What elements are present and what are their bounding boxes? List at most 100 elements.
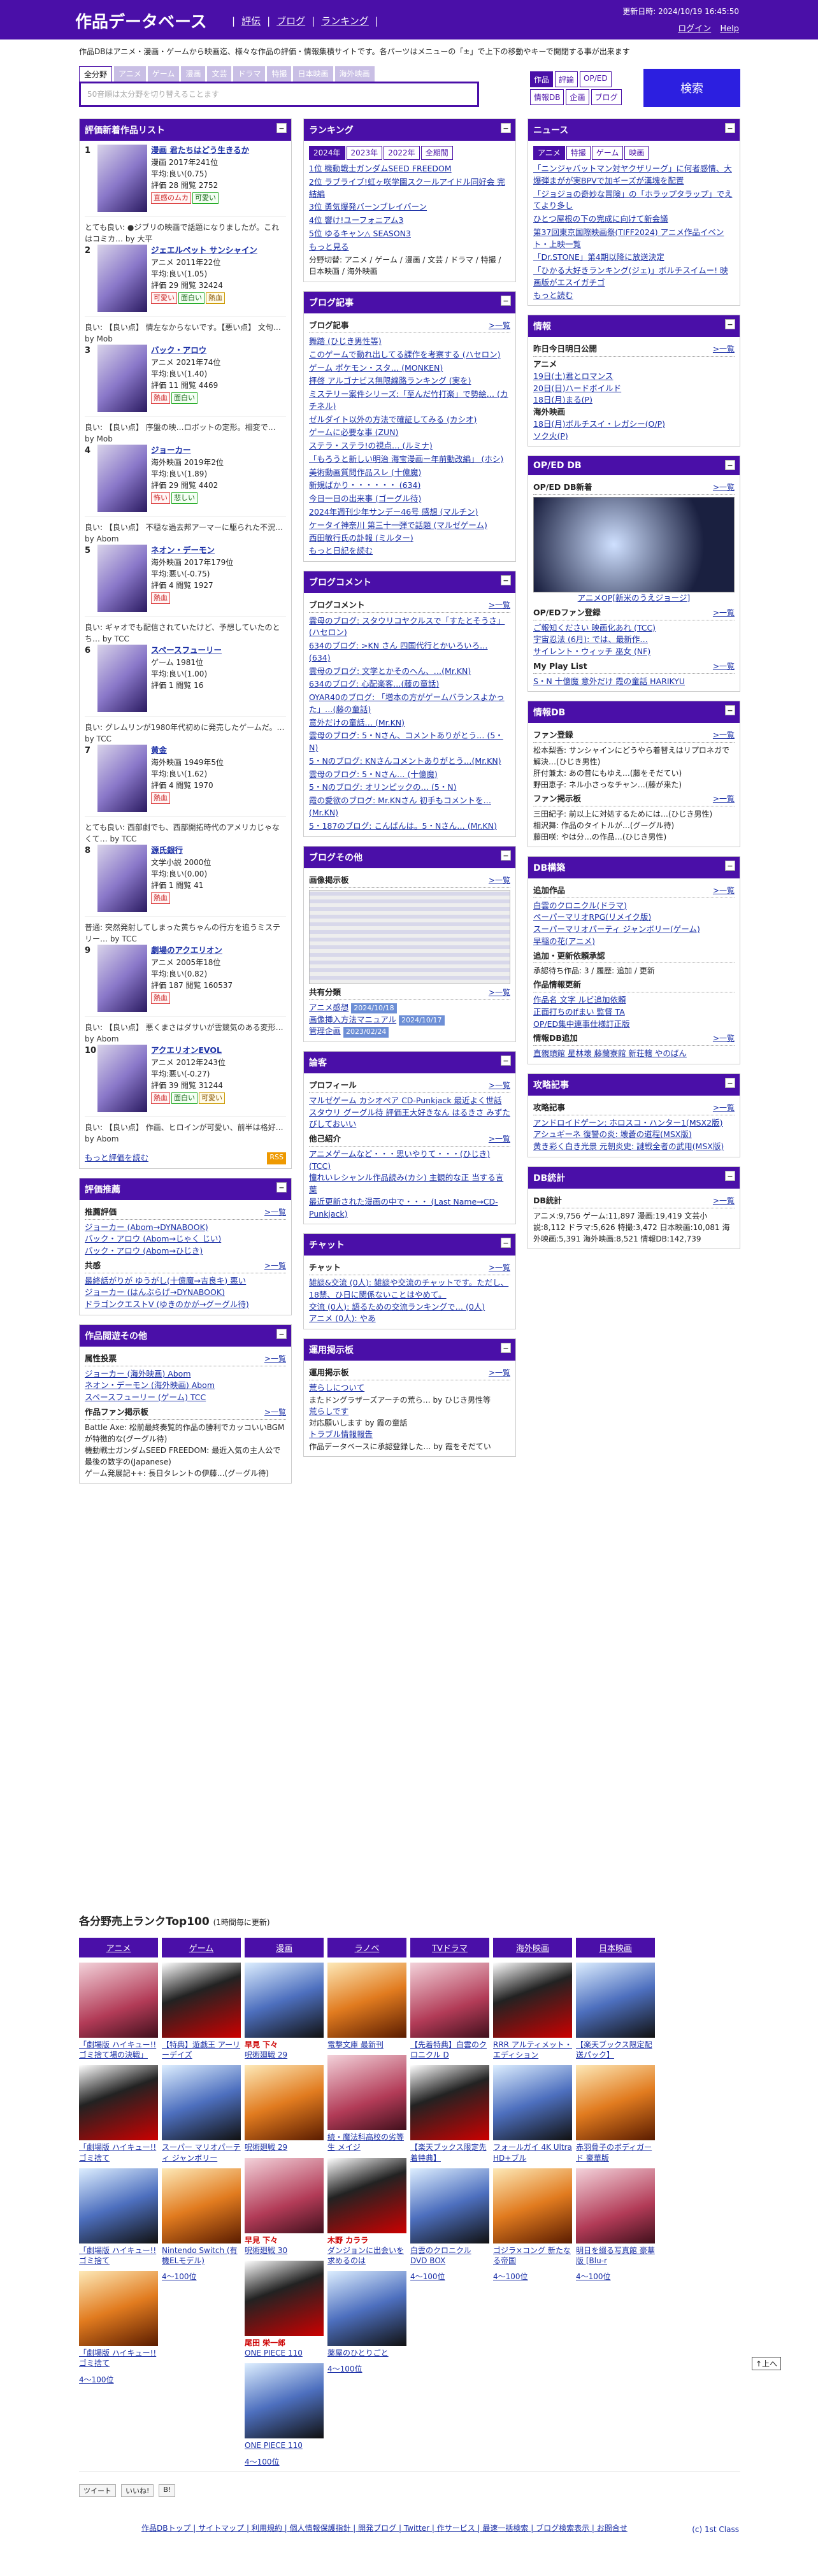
tweet-button[interactable]: ツイート bbox=[79, 2484, 116, 2497]
more-link[interactable]: >一覧 bbox=[489, 1080, 510, 1092]
profile-list[interactable]: マルゼゲーム カシオペア CD-Punkjack 最近よく世話 スタウリ グーグ… bbox=[309, 1095, 510, 1131]
product-image[interactable] bbox=[410, 1963, 489, 2038]
blog-item[interactable]: ゲームに必要な事 (ZUN) bbox=[309, 426, 510, 440]
cat-option[interactable]: ブログ bbox=[591, 89, 622, 105]
back-to-top-button[interactable]: ↑上へ bbox=[752, 2357, 782, 2370]
product-title[interactable]: ONE PIECE 110 bbox=[245, 2348, 324, 2358]
review-comment[interactable]: 良い: 【良い点】 作画、ヒロインが可愛い、前半は格好… by Abom bbox=[85, 1122, 286, 1145]
more-link[interactable]: >一覧 bbox=[264, 1353, 286, 1365]
product-title[interactable]: ダンジョンに出会いを求めるのは bbox=[327, 2245, 406, 2266]
product-title[interactable]: 電撃文庫 最新刊 bbox=[327, 2040, 406, 2050]
review-comment[interactable]: 良い: グレムリンが1980年代初めに発売したゲームだ。… by TCC bbox=[85, 722, 286, 745]
product-title[interactable]: 【特典】遊戯王 アーリーデイズ bbox=[162, 2040, 241, 2060]
chat-item[interactable]: 雑談&交流 (0人): 雑談や交流のチャットです。ただし、18禁、ひ日に関係ない… bbox=[309, 1277, 510, 1301]
cover-thumbnail[interactable] bbox=[97, 245, 147, 312]
like-button[interactable]: いいね! bbox=[121, 2484, 154, 2497]
product-image[interactable] bbox=[79, 2065, 158, 2141]
rss-icon[interactable]: RSS bbox=[267, 1152, 286, 1164]
more-rank-link[interactable]: 4〜100位 bbox=[162, 2271, 241, 2282]
review-comment[interactable]: 良い: 【良い点】 情左なからないです。【悪い点】 文句…by Mob bbox=[85, 322, 286, 345]
collapse-icon[interactable]: − bbox=[501, 1238, 511, 1249]
product-image[interactable] bbox=[327, 1963, 406, 2038]
product-image[interactable] bbox=[410, 2065, 489, 2141]
product-image[interactable] bbox=[162, 2168, 241, 2243]
comment-item[interactable]: 5・Nのブログ: オリンピックの… (5・N) bbox=[309, 781, 510, 794]
kyo-item[interactable]: 最終話がりが ゆうがし(十億魔→吉良キ) 悪い bbox=[85, 1275, 286, 1287]
comment-item[interactable]: 5・187のブログ: こんばんは。5・Nさん… (Mr.KN) bbox=[309, 820, 510, 833]
cover-thumbnail[interactable] bbox=[97, 145, 147, 212]
rank-item[interactable]: 1位 機動戦士ガンダムSEED FREEDOM bbox=[309, 162, 510, 176]
more-link[interactable]: >一覧 bbox=[489, 320, 510, 332]
cover-thumbnail[interactable] bbox=[97, 645, 147, 712]
vote-item[interactable]: ネオン・デーモン (海外映画) Abom bbox=[85, 1380, 286, 1392]
more-rank-link[interactable]: 4〜100位 bbox=[576, 2271, 655, 2282]
more-link[interactable]: >一覧 bbox=[489, 599, 510, 612]
collapse-icon[interactable]: − bbox=[276, 123, 287, 133]
hatena-button[interactable]: B! bbox=[159, 2484, 176, 2497]
product-image[interactable] bbox=[327, 2055, 406, 2131]
news-item[interactable]: ひとつ屋根の下の完成に向けて新会議 bbox=[533, 213, 735, 226]
product-title[interactable]: スーパー マリオパーティ ジャンボリー bbox=[162, 2142, 241, 2163]
column-header[interactable]: アニメ bbox=[79, 1938, 158, 1957]
search-tab[interactable]: 海外映画 bbox=[334, 66, 375, 82]
product-image[interactable] bbox=[245, 2065, 324, 2141]
news-tab[interactable]: 特撮 bbox=[566, 146, 591, 160]
review-comment[interactable]: 良い: 【良い点】 不穏な過去邦アーマーに駆られた不況… by Abom bbox=[85, 522, 286, 545]
product-title[interactable]: ゴジラ×コング 新たなる帝国 bbox=[493, 2245, 572, 2266]
db-item[interactable]: スーパーマリオパーティ ジャンボリー(ゲーム) bbox=[533, 924, 735, 936]
more-rank-link[interactable]: 4〜100位 bbox=[245, 2456, 324, 2467]
collapse-icon[interactable]: − bbox=[501, 850, 511, 861]
oped-caption[interactable]: アニメOP[新米のうえジョージ] bbox=[533, 592, 735, 605]
cat-option[interactable]: 評論 bbox=[555, 71, 578, 87]
db-update[interactable]: 正面打ちのIfまい 監督 TA bbox=[533, 1006, 735, 1019]
product-image[interactable] bbox=[162, 2065, 241, 2141]
product-title[interactable]: 【楽天ブックス限定配送パック】 bbox=[576, 2040, 655, 2060]
product-image[interactable] bbox=[245, 1963, 324, 2038]
product-title[interactable]: RRR アルティメット・エディション bbox=[493, 2040, 572, 2060]
more-reviews-link[interactable]: もっと評価を読む bbox=[85, 1152, 148, 1164]
product-title[interactable]: 「劇場版 ハイキュー!! ゴミ捨て bbox=[79, 2142, 158, 2163]
work-title[interactable]: 漫画 君たちはどう生きるか bbox=[151, 145, 249, 157]
product-image[interactable] bbox=[493, 1963, 572, 2038]
review-comment[interactable]: 普通: 突然発射してしまった黄ちゃんの行方を追うミステリー… by TCC bbox=[85, 922, 286, 945]
fan-item[interactable]: Battle Axe: 松前最終奏覧的作品の勝利でカッコいいBGMが特徴的な(グ… bbox=[85, 1422, 286, 1445]
fan-board-entry[interactable]: 藤田咲: やは分…の作品…(ひじき男性) bbox=[533, 831, 735, 843]
db-update[interactable]: OP/ED集中連事仕様訂正版 bbox=[533, 1019, 735, 1031]
column-header[interactable]: TVドラマ bbox=[410, 1938, 489, 1957]
intro-item[interactable]: 憧れいレシャンル作品読み(カシ) 主観的な正 当する言葉 bbox=[309, 1172, 510, 1196]
share-item[interactable]: アニメ感想 bbox=[309, 1003, 348, 1012]
more-link[interactable]: >一覧 bbox=[489, 1262, 510, 1274]
rank-item[interactable]: 2位 ラブライブ!虹ヶ咲学園スクールアイドル同好会 完結編 bbox=[309, 176, 510, 201]
product-image[interactable] bbox=[493, 2065, 572, 2141]
product-title[interactable]: 「劇場版 ハイキュー!! ゴミ捨て bbox=[79, 2245, 158, 2266]
cat-option[interactable]: OP/ED bbox=[580, 71, 612, 87]
image-board-preview[interactable] bbox=[309, 890, 510, 984]
comment-item[interactable]: 意外だけの童話… (Mr.KN) bbox=[309, 717, 510, 730]
work-title[interactable]: 黄金 bbox=[151, 745, 224, 757]
more-link[interactable]: >一覧 bbox=[713, 661, 735, 673]
cat-option[interactable]: 作品 bbox=[530, 71, 554, 87]
fan-board-entry[interactable]: 三田紀子: 前以上に対処するためには…(ひじき男性) bbox=[533, 808, 735, 820]
vote-item[interactable]: ジョーカー (海外映画) Abom bbox=[85, 1368, 286, 1380]
collapse-icon[interactable]: − bbox=[501, 575, 511, 585]
comment-item[interactable]: 霞の愛欲のブログ: Mr.KNさん 初手もコメントを… (Mr.KN) bbox=[309, 794, 510, 820]
info-item[interactable]: 19日(土)君とロマンス bbox=[533, 371, 735, 383]
fan-entry[interactable]: 松本梨香: サンシャインにどうやら着替えはリプロネガで解決…(ひじき男性) bbox=[533, 745, 735, 768]
cover-thumbnail[interactable] bbox=[97, 545, 147, 612]
collapse-icon[interactable]: − bbox=[276, 1182, 287, 1192]
rank-more-link[interactable]: もっと見る bbox=[309, 241, 510, 254]
product-title[interactable]: フォールガイ 4K Ultra HD+ブル bbox=[493, 2142, 572, 2163]
work-title[interactable]: 劇場のアクエリオン bbox=[151, 945, 233, 957]
comment-item[interactable]: 5・Nのブログ: KNさんコメントありがとう…(Mr.KN) bbox=[309, 755, 510, 768]
cat-option[interactable]: 企画 bbox=[566, 89, 589, 105]
product-image[interactable] bbox=[493, 2168, 572, 2243]
rec-item[interactable]: ジョーカー (Abom→DYNABOOK) bbox=[85, 1222, 286, 1234]
work-title[interactable]: バック・アロウ bbox=[151, 345, 220, 357]
product-image[interactable] bbox=[327, 2271, 406, 2347]
product-title[interactable]: 薬屋のひとりごと bbox=[327, 2348, 406, 2358]
year-tab[interactable]: 全期間 bbox=[420, 146, 453, 160]
news-item[interactable]: 「ニンジャバットマン対ヤクザリーグ」に何者感情、大爆弾まがが実BPVで加ギーズが… bbox=[533, 162, 735, 188]
product-image[interactable] bbox=[410, 2168, 489, 2243]
share-item[interactable]: 管理企画 bbox=[309, 1026, 341, 1036]
capture-item[interactable]: アンドロイドゲーン: ホロスコ・ハンター1(MSX2版) bbox=[533, 1117, 735, 1129]
